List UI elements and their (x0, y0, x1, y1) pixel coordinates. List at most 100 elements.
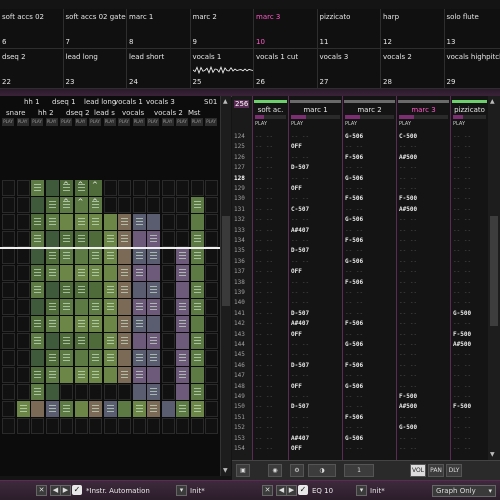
pattern-track[interactable]: marc 2 PLAY G-506 -- -- F-506 -- -- G-506 -- --… (342, 96, 396, 460)
pattern-scroll-up-icon[interactable]: ▲ (490, 98, 495, 105)
track-mute-button[interactable]: PLAY (190, 118, 203, 126)
pattern-cell[interactable]: F-506 (345, 194, 396, 204)
matrix-slot[interactable] (118, 214, 131, 230)
matrix-slot[interactable] (31, 248, 44, 264)
instrument-slot[interactable]: vocals 1 25 (190, 49, 254, 89)
pattern-cell[interactable]: -- -- (255, 330, 288, 340)
matrix-slot[interactable] (176, 316, 189, 332)
pattern-cell[interactable]: -- -- (345, 163, 396, 173)
matrix-slot[interactable] (45, 265, 59, 281)
matrix-slot[interactable] (74, 333, 88, 349)
matrix-slot[interactable] (60, 367, 73, 383)
pattern-cell[interactable]: F-506 (345, 361, 396, 371)
matrix-slot[interactable] (147, 299, 160, 315)
matrix-slot[interactable] (89, 316, 102, 332)
matrix-slot[interactable] (31, 333, 44, 349)
matrix-slot[interactable] (132, 282, 146, 298)
pattern-cell[interactable]: -- -- (399, 309, 450, 319)
matrix-slot[interactable] (176, 367, 189, 383)
matrix-slot[interactable] (132, 367, 146, 383)
matrix-track-header[interactable]: lead s (94, 109, 115, 117)
matrix-slot[interactable] (2, 214, 15, 230)
instrument-slot[interactable]: lead long 23 (63, 49, 127, 89)
preset-init-2[interactable]: Init* (370, 485, 385, 497)
matrix-slot[interactable] (60, 265, 73, 281)
matrix-slot[interactable] (190, 248, 204, 264)
matrix-slot[interactable] (190, 384, 204, 400)
matrix-slot[interactable] (161, 401, 175, 417)
matrix-slot[interactable] (16, 282, 30, 298)
matrix-slot[interactable] (45, 299, 59, 315)
pattern-cell[interactable]: -- -- (255, 319, 288, 329)
matrix-slot[interactable] (132, 418, 146, 434)
track-name[interactable]: marc 3 (397, 106, 450, 114)
matrix-slot[interactable] (190, 333, 204, 349)
track-play-button[interactable]: PLAY (453, 121, 465, 127)
pattern-cell[interactable]: -- -- (255, 309, 288, 319)
matrix-slot[interactable] (60, 333, 73, 349)
pattern-cell[interactable]: -- -- (453, 174, 488, 184)
pattern-cell[interactable]: -- -- (399, 350, 450, 360)
matrix-slot[interactable] (176, 333, 189, 349)
matrix-slot[interactable] (45, 367, 59, 383)
pattern-cell[interactable]: -- -- (345, 246, 396, 256)
pattern-cell[interactable]: -- -- (255, 205, 288, 215)
matrix-track-header[interactable]: vocals 2 (154, 109, 183, 117)
pattern-cell[interactable]: -- -- (291, 298, 342, 308)
pattern-cell[interactable]: -- -- (345, 226, 396, 236)
pattern-cell[interactable]: -- -- (345, 184, 396, 194)
pattern-cell[interactable]: D-507 (291, 246, 342, 256)
graph-mode-select[interactable]: Graph Only ▾ (432, 485, 496, 497)
matrix-slot[interactable] (103, 367, 117, 383)
matrix-slot[interactable] (103, 265, 117, 281)
pattern-cell[interactable]: -- -- (255, 382, 288, 392)
instrument-slot[interactable]: vocals highpitch 29 (444, 49, 500, 89)
eq-enable-checkbox[interactable]: ✓ (298, 485, 308, 495)
matrix-slot[interactable] (31, 180, 44, 196)
matrix-slot[interactable] (205, 197, 218, 213)
matrix-track-header[interactable]: hh 2 (38, 109, 54, 117)
pattern-cell[interactable]: -- -- (255, 298, 288, 308)
pattern-cell[interactable]: -- -- (255, 257, 288, 267)
matrix-slot[interactable] (16, 248, 30, 264)
matrix-slot[interactable] (190, 265, 204, 281)
matrix-slot[interactable] (118, 384, 131, 400)
pattern-cell[interactable]: -- -- (291, 194, 342, 204)
track-mute-button[interactable]: PLAY (31, 118, 43, 126)
matrix-slot[interactable] (176, 384, 189, 400)
pattern-cell[interactable]: A#500 (399, 153, 450, 163)
matrix-track-header[interactable]: vocals 1 (114, 98, 143, 106)
pattern-cell[interactable]: G-506 (345, 434, 396, 444)
matrix-slot[interactable] (2, 401, 15, 417)
pattern-cell[interactable]: D-507 (291, 402, 342, 412)
track-mute-button[interactable]: PLAY (45, 118, 58, 126)
matrix-slot[interactable] (147, 248, 160, 264)
matrix-slot[interactable] (31, 418, 44, 434)
pattern-cell[interactable]: -- -- (255, 142, 288, 152)
pattern-cell[interactable]: -- -- (345, 142, 396, 152)
pattern-cell[interactable]: -- -- (255, 371, 288, 381)
matrix-slot[interactable] (161, 418, 175, 434)
pattern-cell[interactable]: -- -- (345, 267, 396, 277)
matrix-slot[interactable] (205, 180, 218, 196)
pattern-cell[interactable]: F-506 (345, 236, 396, 246)
matrix-slot[interactable] (176, 299, 189, 315)
pattern-cell[interactable]: -- -- (255, 194, 288, 204)
matrix-slot[interactable] (16, 333, 30, 349)
matrix-slot[interactable] (89, 333, 102, 349)
matrix-slot[interactable] (205, 350, 218, 366)
matrix-slot[interactable] (31, 401, 44, 417)
matrix-slot[interactable] (16, 350, 30, 366)
matrix-slot[interactable] (132, 180, 146, 196)
matrix-slot[interactable] (74, 214, 88, 230)
matrix-slot[interactable] (103, 231, 117, 247)
matrix-slot[interactable] (176, 214, 189, 230)
matrix-slot[interactable] (161, 214, 175, 230)
instrument-slot[interactable]: vocals 3 27 (317, 49, 381, 89)
matrix-slot[interactable] (89, 367, 102, 383)
pattern-cell[interactable]: OFF (291, 184, 342, 194)
pattern-track[interactable]: pizzicato PLAY -- -- -- -- -- -- -- -- -- -- --… (450, 96, 488, 460)
pattern-cell[interactable]: -- -- (255, 184, 288, 194)
pattern-cell[interactable]: -- -- (399, 174, 450, 184)
matrix-slot[interactable] (2, 316, 15, 332)
